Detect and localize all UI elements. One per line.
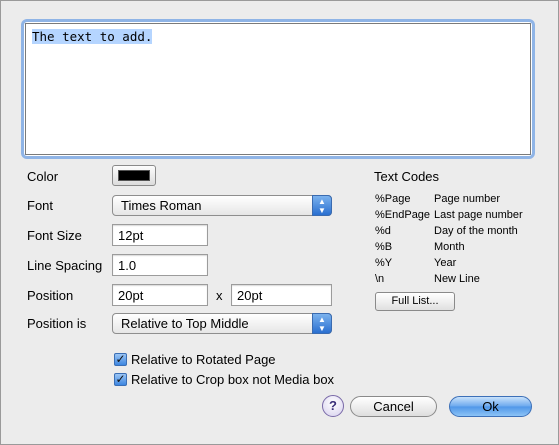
position-is-popup-value: Relative to Top Middle [121,316,249,331]
crop-box-label: Relative to Crop box not Media box [131,372,335,387]
position-separator: x [216,288,223,303]
position-label: Position [27,288,74,303]
crop-box-checkbox[interactable]: ✓ [114,373,127,386]
color-well[interactable] [112,165,156,186]
position-y-field[interactable]: 20pt [231,284,332,306]
line-spacing-field[interactable]: 1.0 [112,254,208,276]
rotated-page-checkbox[interactable]: ✓ [114,353,127,366]
popup-arrows-icon: ▲ ▼ [312,313,332,334]
code-desc: Month [434,241,465,253]
rotated-page-label: Relative to Rotated Page [131,352,276,367]
font-size-label: Font Size [27,228,82,243]
position-x-field[interactable]: 20pt [112,284,208,306]
code-desc: Page number [434,193,501,205]
text-input-area[interactable]: The text to add. [25,23,531,155]
code-desc: Day of the month [434,225,518,237]
font-label: Font [27,198,54,213]
font-popup-value: Times Roman [121,198,202,213]
code-desc: Year [434,257,457,269]
cancel-button[interactable]: Cancel [350,396,437,417]
help-button[interactable]: ? [322,395,344,417]
position-is-popup[interactable]: Relative to Top Middle ▲ ▼ [112,313,332,334]
code-key: %Y [375,257,393,269]
code-key: %EndPage [375,209,431,221]
color-label: Color [27,169,59,184]
selected-text: The text to add. [32,29,153,44]
text-area-focus-ring: The text to add. [24,22,532,156]
add-text-dialog: The text to add. Color Font Times Roman … [0,0,559,445]
text-codes-title: Text Codes [374,169,440,184]
code-key: %Page [375,193,411,205]
code-key: %d [375,225,391,237]
code-key: \n [375,273,385,285]
font-popup[interactable]: Times Roman ▲ ▼ [112,195,332,216]
ok-button[interactable]: Ok [449,396,532,417]
line-spacing-label: Line Spacing [27,258,103,273]
popup-arrows-icon: ▲ ▼ [312,195,332,216]
position-is-label: Position is [27,316,87,331]
color-swatch [118,170,150,181]
code-desc: New Line [434,273,480,285]
full-list-button[interactable]: Full List... [375,292,455,311]
code-key: %B [375,241,393,253]
font-size-field[interactable]: 12pt [112,224,208,246]
code-desc: Last page number [434,209,523,221]
